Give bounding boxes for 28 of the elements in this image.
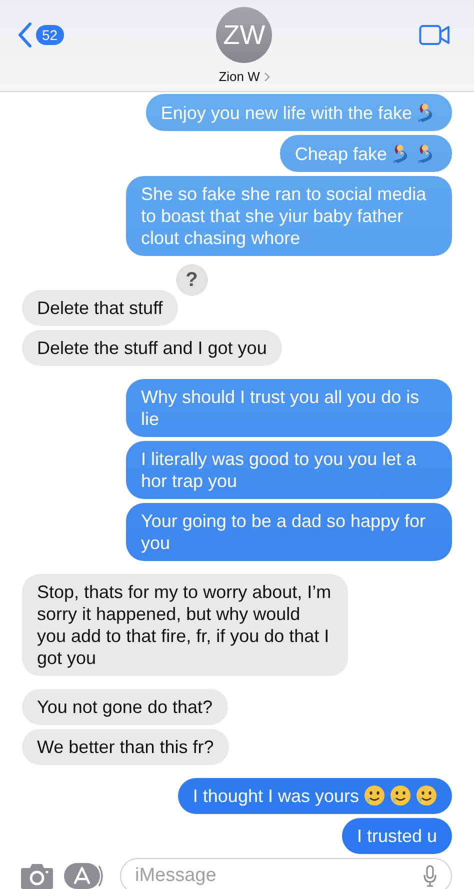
back-icon[interactable]: [18, 22, 32, 48]
message-input-field[interactable]: iMessage: [120, 858, 452, 889]
received-message-bubble[interactable]: You not gone do that?: [22, 689, 228, 725]
sent-message-bubble[interactable]: I thought I was yours: [178, 778, 452, 814]
microphone-icon[interactable]: [423, 865, 437, 887]
camera-icon[interactable]: [20, 863, 54, 889]
sent-message-bubble[interactable]: Your going to be a dad so happy for you: [126, 503, 452, 561]
received-message-bubble[interactable]: Delete the stuff and I got you: [22, 330, 282, 366]
sent-message-bubble[interactable]: I literally was good to you you let a hor trap you: [126, 441, 452, 499]
tear-smile-icon: [390, 785, 411, 806]
question-reaction: ?: [176, 264, 208, 296]
unread-count-badge[interactable]: 52: [36, 25, 64, 45]
contact-name[interactable]: Zion W: [218, 69, 260, 84]
received-message-bubble[interactable]: Delete that stuff: [22, 290, 178, 326]
sent-message-bubble[interactable]: Cheap fake: [280, 135, 452, 172]
placeholder-text: iMessage: [135, 865, 218, 887]
sent-message-bubble[interactable]: Enjoy you new life with the fake: [146, 94, 452, 131]
app-store-icon[interactable]: [64, 863, 104, 889]
chevron-icon: [264, 72, 270, 82]
sent-message-bubble[interactable]: She so fake she ran to social media to boast that she yiur baby father clout chasing whore: [126, 176, 452, 256]
received-message-bubble[interactable]: Stop, thats for my to worry about, I’m sorry it happened, but why would you add to that fire, fr, if you do that I got you: [22, 574, 348, 676]
sent-message-bubble[interactable]: Why should I trust you all you do is lie: [126, 379, 452, 437]
contact-avatar[interactable]: ZW: [216, 7, 272, 63]
tear-smile-icon: [364, 785, 385, 806]
sent-message-bubble[interactable]: I trusted u: [342, 818, 452, 854]
received-message-bubble[interactable]: We better than this fr?: [22, 729, 229, 765]
video-camera-icon[interactable]: [418, 24, 450, 46]
tear-smile-icon: [416, 785, 437, 806]
